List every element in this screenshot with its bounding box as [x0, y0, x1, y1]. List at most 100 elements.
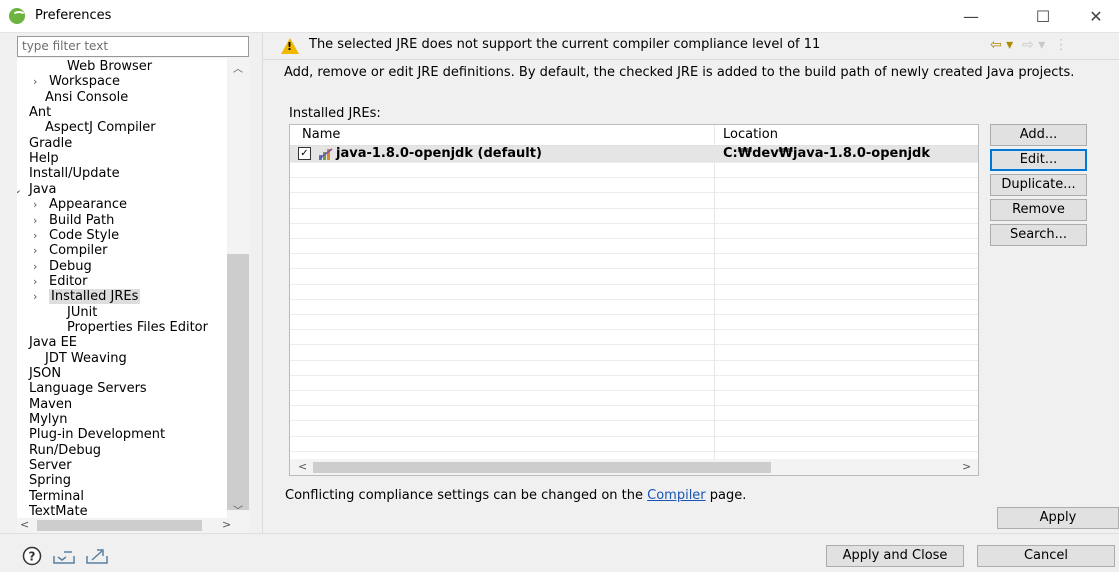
tree-horizontal-scrollbar[interactable]: < > — [17, 518, 249, 533]
duplicate-button[interactable]: Duplicate... — [990, 174, 1087, 196]
tree-item-ansi-console[interactable]: Ansi Console — [45, 90, 128, 106]
remove-button[interactable]: Remove — [990, 199, 1087, 221]
tree-item-gradle[interactable]: ›Gradle — [17, 136, 72, 152]
minimize-button[interactable]: — — [948, 0, 994, 33]
chevron-right-icon[interactable]: › — [17, 397, 29, 413]
close-button[interactable]: ✕ — [1073, 0, 1119, 33]
add-button[interactable]: Add... — [990, 124, 1087, 146]
scroll-up-icon[interactable]: ︿ — [227, 60, 249, 75]
chevron-down-icon[interactable]: ⌄ — [17, 182, 29, 198]
tree-item-workspace[interactable]: › Workspace — [33, 74, 120, 90]
tree-item-compiler[interactable]: › Compiler — [33, 243, 108, 259]
column-header-location[interactable]: Location — [723, 125, 778, 145]
tree-item-textmate[interactable]: ›TextMate — [17, 504, 88, 518]
scroll-left-icon[interactable]: < — [298, 460, 307, 473]
tree-item-ant[interactable]: ›Ant — [17, 105, 51, 121]
tree-item-spring[interactable]: ›Spring — [17, 473, 71, 489]
tree-item-maven[interactable]: ›Maven — [17, 397, 72, 413]
tree-item-mylyn[interactable]: ›Mylyn — [17, 412, 67, 428]
scroll-right-icon[interactable]: > — [962, 460, 971, 473]
chevron-right-icon[interactable]: › — [17, 489, 29, 505]
chevron-right-icon[interactable]: › — [17, 443, 29, 459]
scroll-left-icon[interactable]: < — [20, 518, 29, 531]
maximize-button[interactable]: ☐ — [1020, 0, 1066, 33]
chevron-right-icon[interactable]: › — [33, 228, 49, 244]
chevron-right-icon[interactable]: › — [17, 412, 29, 428]
tree-item-code-style[interactable]: › Code Style — [33, 228, 119, 244]
tree-item-language-servers[interactable]: ›Language Servers — [17, 381, 147, 397]
export-icon[interactable] — [85, 546, 109, 566]
tree-item-run-debug[interactable]: ›Run/Debug — [17, 443, 101, 459]
tree-item-editor[interactable]: › Editor — [33, 274, 87, 290]
tree-item-appearance[interactable]: › Appearance — [33, 197, 127, 213]
tree-item-json[interactable]: ›JSON — [17, 366, 61, 382]
filter-input[interactable]: type filter text — [17, 36, 249, 57]
tree-item-help[interactable]: ›Help — [17, 151, 59, 167]
title-bar: Preferences — ☐ ✕ — [0, 0, 1119, 33]
tree-item-jdt-weaving[interactable]: JDT Weaving — [45, 351, 127, 367]
chevron-right-icon[interactable]: › — [17, 105, 29, 121]
chevron-right-icon[interactable]: › — [33, 259, 49, 275]
jre-library-icon — [319, 148, 333, 160]
warning-icon: ! — [281, 38, 299, 54]
chevron-right-icon[interactable]: › — [17, 166, 29, 182]
tree-item-terminal[interactable]: ›Terminal — [17, 489, 84, 505]
chevron-right-icon[interactable]: › — [33, 197, 49, 213]
chevron-right-icon[interactable]: › — [17, 473, 29, 489]
chevron-right-icon[interactable]: › — [33, 74, 49, 90]
tree-item-server[interactable]: ›Server — [17, 458, 72, 474]
tree-item-java[interactable]: ⌄ Java — [17, 182, 56, 198]
import-icon[interactable] — [52, 546, 76, 566]
tree-item-properties-files-editor[interactable]: Properties Files Editor — [67, 320, 208, 336]
tree-item-label: Editor — [49, 273, 88, 289]
cancel-button[interactable]: Cancel — [977, 545, 1115, 567]
chevron-right-icon[interactable]: › — [17, 381, 29, 397]
chevron-right-icon[interactable]: › — [17, 136, 29, 152]
scroll-thumb[interactable] — [37, 520, 202, 531]
table-horizontal-scrollbar[interactable]: < > — [290, 459, 978, 475]
tree-item-install-update[interactable]: ›Install/Update — [17, 166, 120, 182]
pane-divider[interactable] — [262, 33, 263, 533]
search-button[interactable]: Search... — [990, 224, 1087, 246]
conflict-text: Conflicting compliance settings can be c… — [285, 488, 648, 503]
compiler-link[interactable]: Compiler — [647, 488, 706, 503]
view-menu-icon[interactable]: ⋮ — [1050, 37, 1068, 53]
chevron-right-icon[interactable]: › — [17, 427, 29, 443]
tree-item-debug[interactable]: › Debug — [33, 259, 92, 275]
chevron-right-icon[interactable]: › — [17, 504, 29, 518]
chevron-right-icon[interactable]: › — [17, 151, 29, 167]
help-icon[interactable]: ? — [22, 546, 42, 566]
tree-item-java-ee[interactable]: ›Java EE — [17, 335, 77, 351]
tree-item-installed-jres[interactable]: › Installed JREs — [33, 289, 141, 305]
chevron-right-icon[interactable]: › — [33, 243, 49, 259]
tree-vertical-scrollbar[interactable]: ︿ ﹀ — [227, 58, 249, 518]
tree-item-web-browser[interactable]: Web Browser — [67, 59, 152, 75]
chevron-right-icon[interactable]: › — [33, 274, 49, 290]
scroll-down-icon[interactable]: ﹀ — [227, 502, 249, 517]
tree-item-aspectj-compiler[interactable]: AspectJ Compiler — [45, 120, 156, 136]
back-arrow-icon[interactable]: ⇦ ▾ — [990, 37, 1013, 53]
chevron-right-icon[interactable]: › — [33, 289, 49, 305]
apply-button[interactable]: Apply — [997, 507, 1119, 529]
column-header-name[interactable]: Name — [302, 125, 340, 145]
scroll-right-icon[interactable]: > — [222, 518, 231, 531]
default-jre-checkbox[interactable]: ✓ — [298, 147, 311, 160]
apply-and-close-button[interactable]: Apply and Close — [826, 545, 964, 567]
jre-table[interactable]: Name Location ✓ java-1.8.0-openjdk (defa… — [289, 124, 979, 476]
tree-item-label: Web Browser — [67, 59, 153, 74]
scroll-thumb[interactable] — [313, 462, 771, 473]
forward-arrow-icon[interactable]: ⇨ ▾ — [1018, 37, 1045, 53]
edit-button[interactable]: Edit... — [990, 149, 1087, 171]
chevron-right-icon[interactable]: › — [17, 458, 29, 474]
chevron-right-icon[interactable]: › — [17, 366, 29, 382]
tree-item-junit[interactable]: JUnit — [67, 305, 97, 321]
tree-item-build-path[interactable]: › Build Path — [33, 213, 114, 229]
chevron-right-icon[interactable]: › — [17, 335, 29, 351]
tree-item-label: TextMate — [29, 504, 88, 518]
table-row[interactable]: ✓ java-1.8.0-openjdk (default) C:₩dev₩ja… — [290, 146, 978, 162]
preferences-tree[interactable]: Web Browser›WorkspaceAnsi Console›AntAsp… — [17, 58, 249, 518]
scroll-thumb[interactable] — [227, 254, 249, 510]
tree-item-plug-in-development[interactable]: ›Plug-in Development — [17, 427, 165, 443]
chevron-right-icon[interactable]: › — [33, 213, 49, 229]
grid-line — [290, 344, 978, 346]
